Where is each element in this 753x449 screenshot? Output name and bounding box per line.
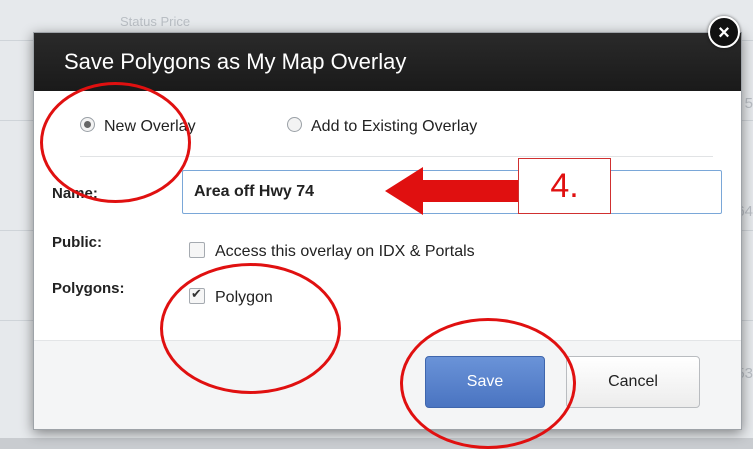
public-checkbox-label: Access this overlay on IDX & Portals bbox=[215, 243, 475, 260]
radio-unselected-icon[interactable] bbox=[287, 117, 302, 132]
overlay-mode-group: New Overlay Add to Existing Overlay bbox=[80, 117, 477, 136]
public-option[interactable]: Access this overlay on IDX & Portals bbox=[189, 242, 475, 261]
public-checkbox[interactable] bbox=[189, 242, 205, 258]
dialog-title: Save Polygons as My Map Overlay bbox=[64, 49, 407, 74]
close-icon[interactable]: × bbox=[708, 16, 740, 48]
polygon-checkbox[interactable] bbox=[189, 286, 205, 304]
radio-label: New Overlay bbox=[104, 118, 196, 135]
background-header-text: Status Price bbox=[120, 14, 191, 29]
public-label: Public: bbox=[52, 234, 103, 251]
radio-add-existing-overlay[interactable]: Add to Existing Overlay bbox=[287, 117, 477, 136]
radio-label: Add to Existing Overlay bbox=[311, 118, 478, 135]
polygon-option[interactable]: Polygon bbox=[189, 286, 273, 307]
dialog-body: New Overlay Add to Existing Overlay Name… bbox=[34, 91, 741, 341]
polygons-label: Polygons: bbox=[52, 280, 125, 297]
divider bbox=[80, 156, 713, 157]
save-button[interactable]: Save bbox=[425, 356, 545, 408]
radio-new-overlay[interactable]: New Overlay bbox=[80, 117, 196, 135]
cancel-button[interactable]: Cancel bbox=[566, 356, 700, 408]
save-overlay-dialog: Save Polygons as My Map Overlay New Over… bbox=[33, 32, 742, 430]
dialog-header: Save Polygons as My Map Overlay bbox=[34, 33, 741, 91]
overlay-name-input[interactable] bbox=[182, 170, 722, 214]
background-cell: 5 bbox=[744, 95, 753, 112]
radio-selected-icon[interactable] bbox=[80, 117, 95, 132]
name-label: Name: bbox=[52, 185, 98, 202]
polygon-checkbox-label: Polygon bbox=[215, 289, 273, 306]
